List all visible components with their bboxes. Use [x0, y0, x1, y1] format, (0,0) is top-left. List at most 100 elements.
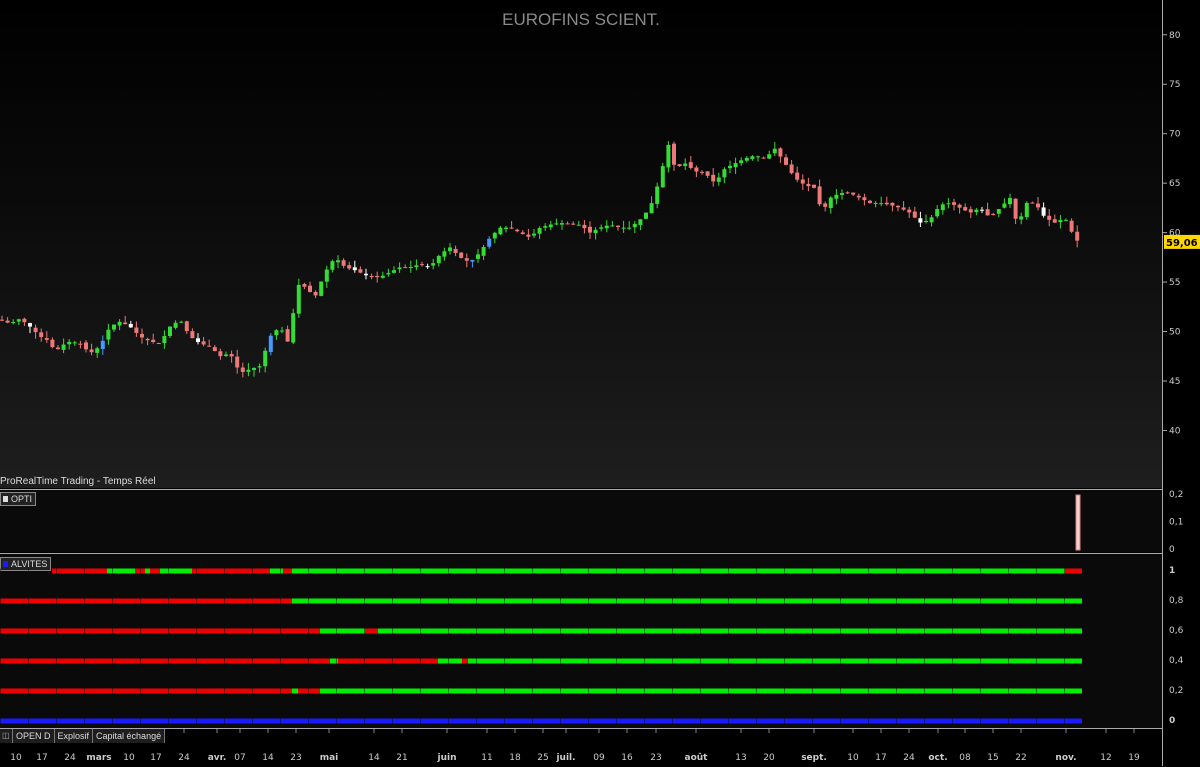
time-tick-label: août: [685, 753, 709, 763]
alvites-gap: [28, 658, 29, 664]
alvites-gap: [420, 628, 421, 634]
candle-body: [218, 351, 223, 357]
alvites-gap: [812, 568, 813, 574]
alvites-gap: [868, 598, 869, 604]
candle-body: [660, 166, 665, 188]
time-tick-label: 18: [509, 753, 521, 763]
alvites-gap: [168, 718, 169, 724]
alvites-gap: [56, 628, 57, 634]
toolbar-item-explosif[interactable]: Explosif: [54, 729, 94, 743]
alvites-gap: [0, 718, 1, 724]
alvites-gap: [1036, 568, 1037, 574]
candle-body: [347, 265, 352, 269]
candle-body: [649, 203, 654, 214]
candle-body: [207, 345, 212, 347]
time-tick-label: oct.: [928, 753, 947, 763]
alvites-gap: [224, 688, 225, 694]
candle-body: [733, 163, 738, 168]
candle-body: [688, 162, 693, 168]
time-tick-label: 24: [903, 753, 915, 763]
alvites-gap: [280, 628, 281, 634]
alvites-gap: [196, 658, 197, 664]
candle-body: [252, 367, 256, 370]
alvites-gap: [252, 568, 253, 574]
price-axis[interactable]: 80 75 70 65 60 55 50 45 40 59,06 0,2 0,1 0 1 0,8 0,6 0,4…: [1162, 0, 1200, 766]
alvites-gap: [336, 598, 337, 604]
alvites-gap: [560, 598, 561, 604]
candle-body: [840, 193, 844, 195]
candle-body: [184, 321, 189, 332]
alvites-gap: [476, 658, 477, 664]
candle-body: [436, 255, 441, 264]
alvites-gap: [84, 718, 85, 724]
candle-body: [84, 342, 88, 350]
price-panel[interactable]: EUROFINS SCIENT. ProRealTime Trading - T…: [0, 0, 1162, 488]
candle-body: [912, 211, 917, 218]
alvites-gap: [280, 718, 281, 724]
candle-body: [140, 334, 144, 338]
candle-body: [336, 260, 340, 263]
candle-body: [789, 164, 794, 174]
alvites-signal-segment: [378, 628, 1082, 634]
candle-body: [694, 167, 699, 172]
alvites-signal-segment: [145, 568, 150, 574]
candle-body: [263, 350, 268, 367]
candle-body: [599, 227, 604, 229]
alvites-gap: [308, 628, 309, 634]
candle-body: [761, 157, 766, 159]
alvites-panel[interactable]: ALVITES: [0, 553, 1162, 729]
toolbar-menu-icon[interactable]: ◫: [0, 729, 13, 743]
candle-body: [711, 174, 716, 182]
candle-body: [196, 338, 200, 343]
alvites-gap: [924, 568, 925, 574]
opti-panel[interactable]: OPTI: [0, 489, 1162, 552]
time-tick-label: 14: [262, 753, 274, 763]
alvites-gap: [728, 628, 729, 634]
time-axis[interactable]: 10 17 24 mars 10 17 24 avr. 07 14 23 mai 14 21 juin 11 1…: [0, 728, 1162, 767]
candle-body: [604, 225, 609, 229]
alvites-gap: [196, 628, 197, 634]
alvites-gap: [56, 688, 57, 694]
alvites-gap: [448, 568, 449, 574]
toolbar-item-capital[interactable]: Capital échangé: [93, 729, 166, 743]
alvites-gap: [784, 628, 785, 634]
alvites-gap: [672, 718, 673, 724]
candle-body: [67, 341, 72, 345]
alvites-gap: [700, 658, 701, 664]
candle-body: [464, 258, 469, 261]
candle-body: [453, 248, 458, 253]
alvites-gap: [756, 628, 757, 634]
alvites-gap: [336, 688, 337, 694]
candle-body: [0, 319, 4, 321]
candle-body: [324, 269, 329, 282]
candle-body: [554, 223, 559, 225]
alvites-gap: [392, 658, 393, 664]
candle-body: [1024, 202, 1029, 218]
time-tick-label: 17: [875, 753, 886, 763]
candle-body: [532, 233, 536, 236]
alvites-gap: [28, 598, 29, 604]
price-chart[interactable]: [0, 0, 1162, 488]
candle-body: [576, 224, 581, 226]
alvites-gap: [560, 658, 561, 664]
alvites-gap: [140, 688, 141, 694]
alvites-signal-segment: [365, 628, 378, 634]
time-tick-label: nov.: [1055, 753, 1076, 763]
candle-body: [5, 320, 10, 323]
candle-body: [431, 263, 436, 266]
candle-body: [392, 270, 396, 273]
alvites-gap: [532, 598, 533, 604]
candle-body: [235, 356, 240, 368]
toolbar-item-open-d[interactable]: OPEN D: [13, 729, 55, 743]
candle-body: [991, 213, 996, 215]
alvites-gap: [868, 568, 869, 574]
alvites-gap: [196, 598, 197, 604]
alvites-gap: [364, 628, 365, 634]
candle-body: [330, 261, 335, 270]
opti-tick-label: 0: [1169, 545, 1175, 555]
candle-body: [190, 331, 195, 339]
time-tick-label: 12: [1100, 753, 1111, 763]
alvites-gap: [728, 688, 729, 694]
alvites-signal-segment: [0, 628, 320, 634]
alvites-gap: [336, 658, 337, 664]
